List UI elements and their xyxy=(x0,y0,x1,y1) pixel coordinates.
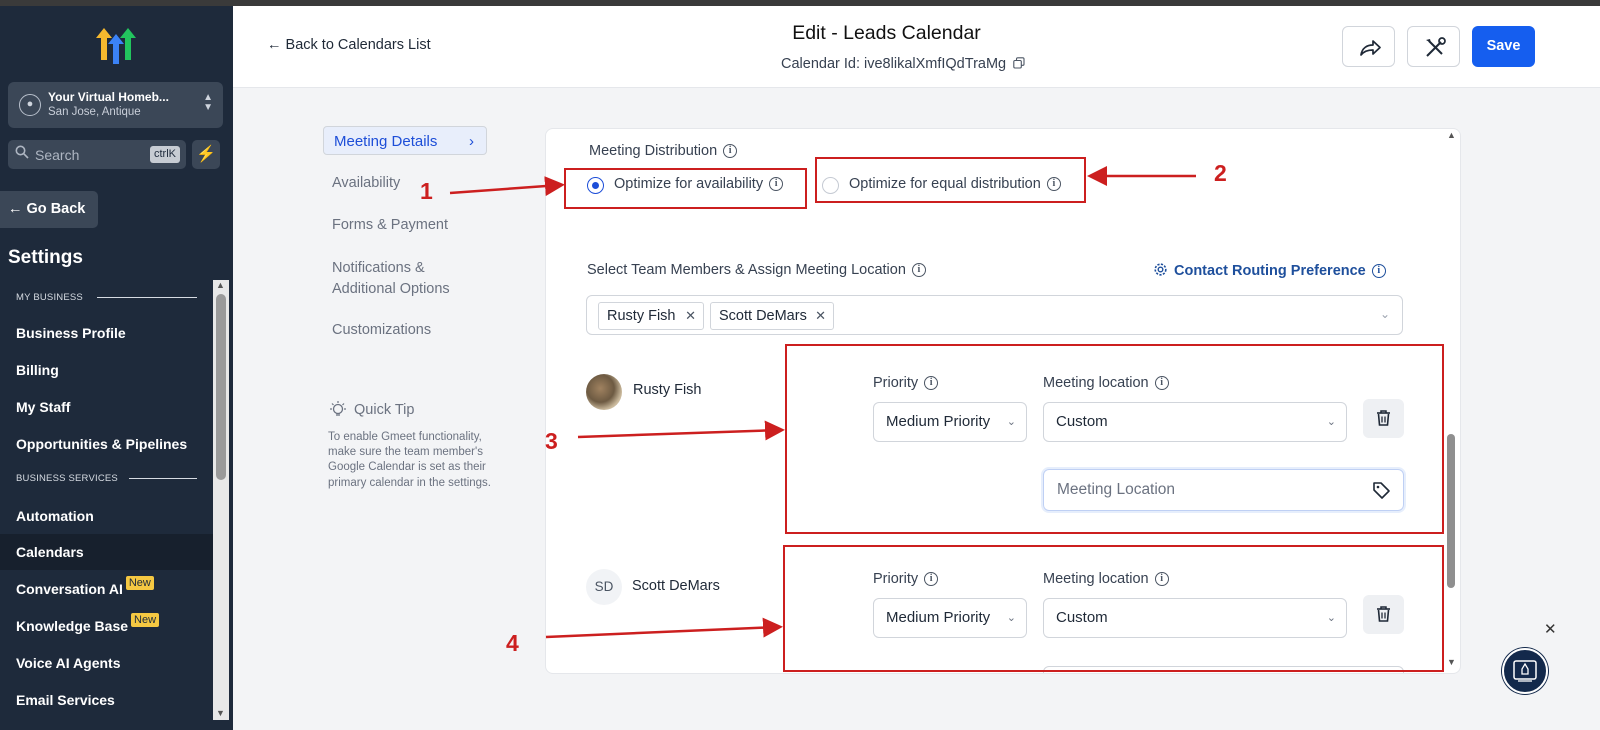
share-icon xyxy=(1360,40,1381,56)
annotation-box-1 xyxy=(564,168,807,209)
card-scrollbar[interactable]: ▲ ▼ xyxy=(1445,128,1459,674)
location-icon: ● xyxy=(19,94,41,116)
new-badge: New xyxy=(131,613,160,627)
new-badge: New xyxy=(125,576,154,590)
page-header: ← Back to Calendars List Edit - Leads Ca… xyxy=(233,6,1600,88)
lightbulb-icon xyxy=(330,401,346,416)
help-widget-button[interactable] xyxy=(1502,648,1548,694)
contact-routing-link[interactable]: Contact Routing Preference i xyxy=(1153,262,1386,279)
member-name: Rusty Fish xyxy=(633,382,702,398)
go-back-button[interactable]: ← Go Back xyxy=(0,191,98,228)
annotation-number-4: 4 xyxy=(506,630,519,656)
tab-label: Additional Options xyxy=(332,281,450,297)
search-icon xyxy=(15,145,29,159)
annotation-number-1: 1 xyxy=(420,178,433,204)
scrollbar-thumb[interactable] xyxy=(1447,434,1455,588)
save-button[interactable]: Save xyxy=(1472,26,1535,67)
tools-button[interactable] xyxy=(1407,26,1460,67)
tab-customizations[interactable]: Customizations xyxy=(332,322,431,338)
chip-label: Rusty Fish xyxy=(607,308,676,324)
settings-title: Settings xyxy=(8,247,83,268)
sidebar-item-billing[interactable]: Billing xyxy=(16,362,59,378)
gear-icon xyxy=(1154,263,1167,276)
tab-availability[interactable]: Availability xyxy=(332,175,400,191)
sidebar: ● Your Virtual Homeb... San Jose, Antiqu… xyxy=(0,6,233,730)
chevron-right-icon: › xyxy=(469,133,474,150)
calendar-id-text: Calendar Id: ive8likalXmfIQdTraMg xyxy=(781,56,1007,72)
scroll-down-icon[interactable]: ▼ xyxy=(216,708,225,718)
avatar: SD xyxy=(586,569,622,605)
sidebar-item-voice-ai[interactable]: Voice AI Agents xyxy=(16,655,121,671)
lightning-icon[interactable]: ⚡ xyxy=(192,140,220,169)
scroll-up-icon[interactable]: ▲ xyxy=(216,280,225,290)
search-input[interactable]: Search ctrlK xyxy=(8,140,186,169)
team-members-label: Select Team Members & Assign Meeting Loc… xyxy=(587,262,926,278)
meeting-distribution-label: Meeting Distribution i xyxy=(589,143,738,159)
avatar xyxy=(586,374,622,410)
sidebar-item-automation[interactable]: Automation xyxy=(16,508,94,524)
annotation-box-3 xyxy=(785,344,1444,534)
account-switcher[interactable]: ● Your Virtual Homeb... San Jose, Antiqu… xyxy=(8,82,223,128)
chevron-updown-icon: ▲ ▼ xyxy=(203,92,213,113)
section-my-business: MY BUSINESS xyxy=(16,292,83,303)
close-icon[interactable]: ✕ xyxy=(1544,620,1557,638)
chip-label: Scott DeMars xyxy=(719,308,807,324)
sidebar-item-calendars[interactable]: Calendars xyxy=(16,544,84,560)
team-members-select[interactable]: Rusty Fish ✕ Scott DeMars ✕ ⌄ xyxy=(586,295,1403,335)
tab-notifications[interactable]: Notifications & Additional Options xyxy=(332,258,450,300)
annotation-number-2: 2 xyxy=(1214,160,1227,186)
go-back-label: Go Back xyxy=(26,201,86,217)
close-icon[interactable]: ✕ xyxy=(815,303,826,329)
link-text: Contact Routing Preference xyxy=(1174,263,1366,279)
sidebar-item-label: Conversation AI xyxy=(16,581,123,597)
tab-label: Notifications & xyxy=(332,260,425,276)
section-business-services: BUSINESS SERVICES xyxy=(16,473,118,484)
share-button[interactable] xyxy=(1342,26,1395,67)
rocket-icon xyxy=(1513,660,1537,682)
annotation-box-2 xyxy=(815,157,1086,203)
label-text: Meeting Distribution xyxy=(589,143,718,159)
sidebar-scrollbar[interactable]: ▲ ▼ xyxy=(213,280,229,720)
chip-rusty-fish: Rusty Fish ✕ xyxy=(598,302,704,330)
sidebar-item-knowledge-base[interactable]: Knowledge Base New xyxy=(16,613,160,635)
quick-tip-body: To enable Gmeet functionality, make sure… xyxy=(328,431,491,489)
info-icon[interactable]: i xyxy=(723,144,738,159)
label-text: Select Team Members & Assign Meeting Loc… xyxy=(587,262,906,278)
info-icon[interactable]: i xyxy=(911,263,926,278)
scroll-up-icon[interactable]: ▲ xyxy=(1447,130,1456,140)
scroll-down-icon[interactable]: ▼ xyxy=(1447,657,1456,667)
member-name: Scott DeMars xyxy=(632,578,720,594)
tab-forms-payment[interactable]: Forms & Payment xyxy=(332,217,448,233)
arrow-1 xyxy=(449,176,565,197)
chevron-down-icon: ⌄ xyxy=(1379,307,1390,321)
divider xyxy=(97,297,197,298)
sidebar-item-opportunities[interactable]: Opportunities & Pipelines xyxy=(16,436,187,452)
sidebar-item-business-profile[interactable]: Business Profile xyxy=(16,325,126,341)
sidebar-item-label: Knowledge Base xyxy=(16,618,129,634)
sidebar-item-email-services[interactable]: Email Services xyxy=(16,692,115,708)
annotation-box-4 xyxy=(783,545,1444,672)
quick-tip-title: Quick Tip xyxy=(354,402,415,418)
info-icon[interactable]: i xyxy=(1371,264,1386,279)
copy-icon[interactable] xyxy=(1013,57,1025,69)
scrollbar-thumb[interactable] xyxy=(216,294,226,480)
app-logo-icon xyxy=(96,28,136,64)
divider xyxy=(129,478,197,479)
tools-icon xyxy=(1426,37,1446,57)
tab-label: Meeting Details xyxy=(334,133,438,150)
tab-meeting-details[interactable]: Meeting Details › xyxy=(323,126,487,155)
sidebar-item-conversation-ai[interactable]: Conversation AI New xyxy=(16,576,154,598)
annotation-number-3: 3 xyxy=(545,428,558,454)
account-location: San Jose, Antique xyxy=(48,106,141,118)
chip-scott-demars: Scott DeMars ✕ xyxy=(710,302,834,330)
sidebar-item-my-staff[interactable]: My Staff xyxy=(16,399,70,415)
search-shortcut: ctrlK xyxy=(150,146,180,163)
calendar-id: Calendar Id: ive8likalXmfIQdTraMg xyxy=(781,56,1025,72)
account-name: Your Virtual Homeb... xyxy=(48,90,169,104)
search-placeholder: Search xyxy=(35,147,80,163)
quick-tip: Quick Tip xyxy=(328,400,414,425)
close-icon[interactable]: ✕ xyxy=(685,303,696,329)
